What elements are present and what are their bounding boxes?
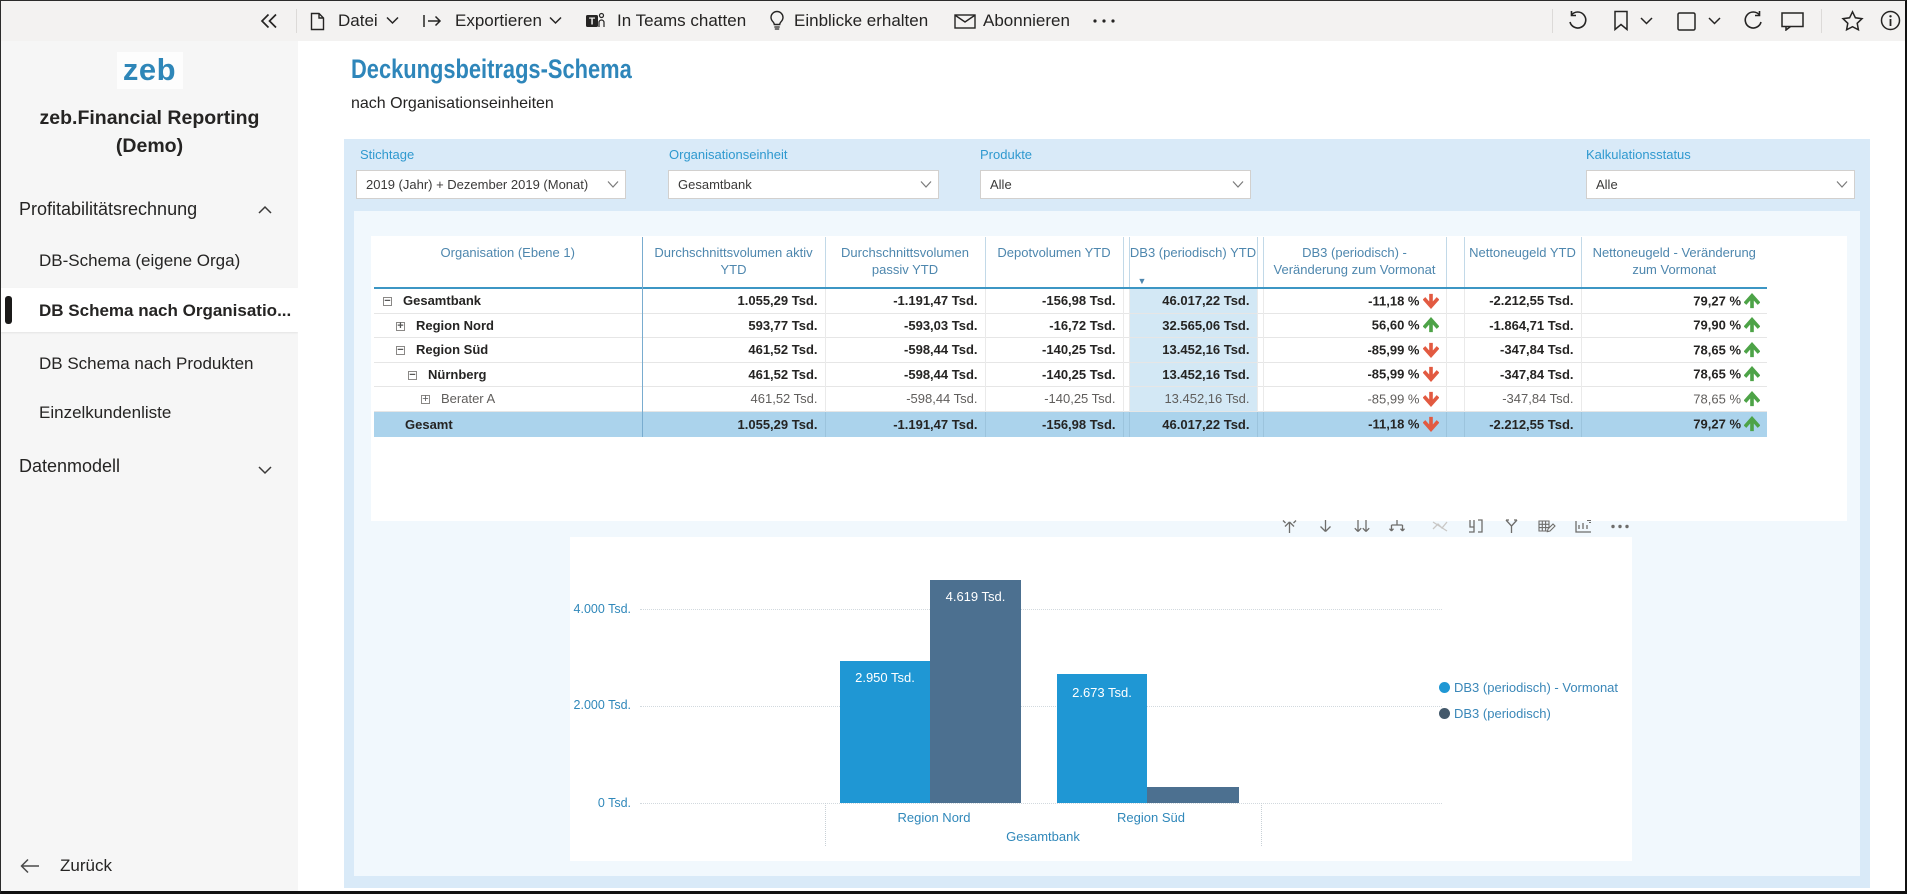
svg-text:T: T xyxy=(589,17,595,28)
